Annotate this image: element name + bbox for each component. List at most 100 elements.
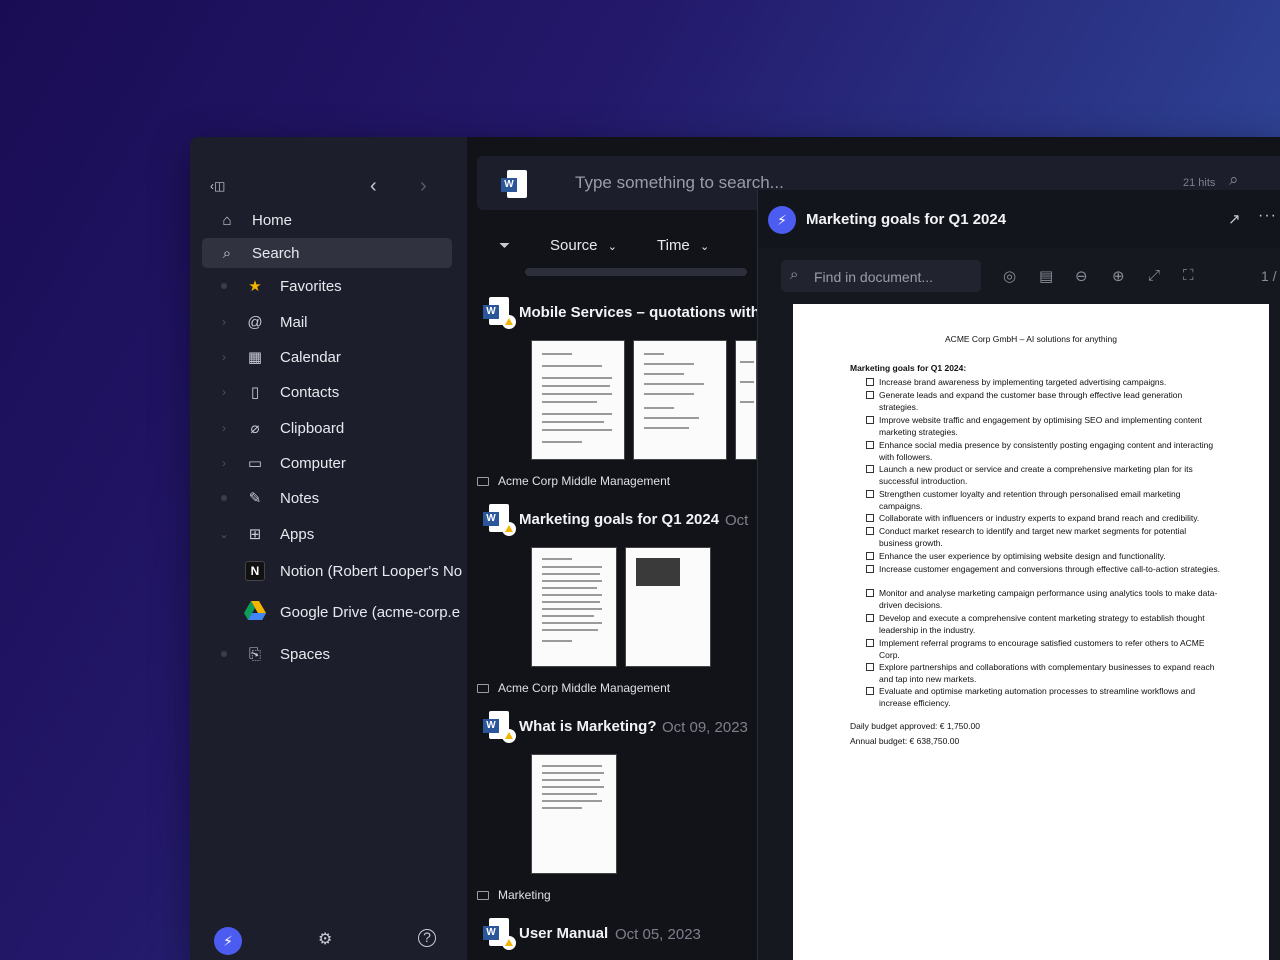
search-icon: ⌕ xyxy=(222,244,232,262)
sidebar-item-contacts[interactable]: › ▯ Contacts xyxy=(202,377,464,407)
checkbox-icon xyxy=(866,614,874,622)
search-icon[interactable]: ⌕ xyxy=(1229,170,1239,190)
bookmark-icon: ⎘ xyxy=(248,645,261,663)
sidebar-item-label: Clipboard xyxy=(280,419,345,437)
result-title-row[interactable]: W User Manual Oct 05, 2023 xyxy=(477,916,767,952)
more-options-icon[interactable]: ··· xyxy=(1258,207,1277,225)
checklist-item-text: Develop and execute a comprehensive cont… xyxy=(879,613,1205,635)
checkbox-icon xyxy=(866,565,874,573)
checklist-item: Increase customer engagement and convers… xyxy=(866,563,1221,575)
sidebar-item-spaces[interactable]: ⎘ Spaces xyxy=(202,639,464,669)
page-thumbnail[interactable] xyxy=(735,340,757,460)
sidebar-item-clipboard[interactable]: › ⌀ Clipboard xyxy=(202,413,464,443)
zoom-out-icon[interactable]: ⊖ xyxy=(1075,267,1088,285)
folder-label: Marketing xyxy=(498,888,551,902)
chevron-right-icon[interactable]: › xyxy=(216,315,232,329)
paperclip-icon: ⌀ xyxy=(250,420,260,437)
checkbox-icon xyxy=(866,639,874,647)
page-thumbnail[interactable] xyxy=(633,340,727,460)
checkbox-icon xyxy=(866,378,874,386)
checklist-item-text: Launch a new product or service and crea… xyxy=(879,464,1193,486)
sidebar-item-google-drive[interactable]: Google Drive (acme-corp.e xyxy=(202,597,464,627)
result-title[interactable]: What is Marketing? xyxy=(519,718,657,735)
home-icon: ⌂ xyxy=(222,211,232,229)
sidebar-item-calendar[interactable]: › ▦ Calendar xyxy=(202,342,464,372)
preview-toolbar: ⌕ Find in document... ◎ ▤ ⊖ ⊕ ⤢ ⛶ 1 / xyxy=(758,248,1280,304)
word-doc-icon: W xyxy=(501,170,529,202)
chevron-right-icon[interactable]: › xyxy=(216,350,232,364)
search-input[interactable]: Type something to search... xyxy=(575,173,784,193)
layout-icon[interactable]: ▤ xyxy=(1039,267,1053,285)
sidebar-item-notes[interactable]: ✎ Notes xyxy=(202,483,464,513)
gear-icon[interactable]: ⚙ xyxy=(318,929,332,949)
checkbox-icon xyxy=(866,552,874,560)
chevron-right-icon[interactable]: › xyxy=(216,385,232,399)
result-title-row[interactable]: W Marketing goals for Q1 2024 Oct xyxy=(477,502,767,538)
result-date: Oct 05, 2023 xyxy=(615,926,701,943)
page-thumbnail[interactable] xyxy=(531,547,617,667)
checklist-item-text: Strengthen customer loyalty and retentio… xyxy=(879,489,1181,511)
result-title[interactable]: Marketing goals for Q1 2024 xyxy=(519,511,719,528)
find-input[interactable]: Find in document... xyxy=(814,269,933,285)
checkbox-icon xyxy=(866,514,874,522)
forward-arrow-icon[interactable]: › xyxy=(420,175,427,198)
image-thumbnail xyxy=(636,558,680,586)
result-title-row[interactable]: W Mobile Services – quotations with xyxy=(477,295,767,331)
sidebar-item-favorites[interactable]: ★ Favorites xyxy=(202,271,464,301)
fit-page-icon[interactable]: ⤢ xyxy=(1148,267,1160,284)
checklist-item: Launch a new product or service and crea… xyxy=(866,463,1221,487)
checklist-item-text: Improve website traffic and engagement b… xyxy=(879,415,1203,437)
result-title[interactable]: Mobile Services – quotations with xyxy=(519,304,760,321)
folder-label: Acme Corp Middle Management xyxy=(498,681,671,695)
open-external-icon[interactable]: ↗ xyxy=(1228,210,1241,228)
sidebar-toggle-icon[interactable]: ‹◫ xyxy=(210,179,225,193)
source-filter[interactable]: Source ⌄ xyxy=(550,237,617,254)
checklist-item-text: Conduct market research to identify and … xyxy=(879,526,1187,548)
folder-icon: ▭ xyxy=(247,455,263,472)
checklist-item-text: Increase brand awareness by implementing… xyxy=(879,377,1167,387)
doc-header: ACME Corp GmbH – AI solutions for anythi… xyxy=(945,334,1117,344)
checklist-item: Implement referral programs to encourage… xyxy=(866,637,1221,661)
checklist-item: Increase brand awareness by implementing… xyxy=(866,376,1221,388)
sidebar-item-label: Google Drive (acme-corp.e xyxy=(280,603,461,621)
page-thumbnail[interactable] xyxy=(531,754,617,874)
ai-target-icon[interactable]: ◎ xyxy=(1003,267,1016,285)
checkbox-icon xyxy=(866,391,874,399)
folder-label: Acme Corp Middle Management xyxy=(498,474,671,488)
zoom-in-icon[interactable]: ⊕ xyxy=(1112,267,1125,285)
sidebar-item-label: Computer xyxy=(280,454,346,472)
checklist-item: Evaluate and optimise marketing automati… xyxy=(866,685,1221,709)
checkbox-icon xyxy=(866,490,874,498)
sidebar-item-label: Mail xyxy=(280,313,308,331)
daily-budget: Daily budget approved: € 1,750.00 xyxy=(850,721,980,731)
horizontal-scrollbar[interactable] xyxy=(525,268,747,276)
sidebar-item-computer[interactable]: › ▭ Computer xyxy=(202,448,464,478)
word-doc-icon: W xyxy=(483,711,516,743)
sidebar-item-notion[interactable]: N Notion (Robert Looper's No xyxy=(202,556,464,586)
help-icon[interactable]: ? xyxy=(418,929,436,947)
sidebar-item-apps[interactable]: ⌄ ⊞ Apps xyxy=(202,519,464,549)
sidebar-item-mail[interactable]: › @ Mail xyxy=(202,307,464,337)
time-filter[interactable]: Time ⌄ xyxy=(657,237,709,254)
sidebar: ‹◫ ‹ › ⌂ Home ⌕ Search ★ Favorites › @ M… xyxy=(190,137,467,960)
fullscreen-icon[interactable]: ⛶ xyxy=(1183,267,1194,284)
find-in-document[interactable]: ⌕ Find in document... xyxy=(781,260,981,292)
chevron-right-icon[interactable]: › xyxy=(216,421,232,435)
chevron-down-icon[interactable]: ⌄ xyxy=(216,527,232,541)
filter-bar: ⏷ Source ⌄ Time ⌄ xyxy=(487,235,757,259)
page-thumbnail[interactable] xyxy=(625,547,711,667)
preview-title: Marketing goals for Q1 2024 xyxy=(806,211,1007,228)
result-title-row[interactable]: W What is Marketing? Oct 09, 2023 xyxy=(477,709,767,745)
sidebar-item-label: Notion (Robert Looper's No xyxy=(280,562,463,580)
filter-icon[interactable]: ⏷ xyxy=(499,237,510,254)
result-folder: Acme Corp Middle Management xyxy=(477,681,670,697)
chevron-right-icon[interactable]: › xyxy=(216,456,232,470)
page-indicator: 1 / xyxy=(1261,268,1277,284)
document-preview-panel: ⚡ Marketing goals for Q1 2024 ↗ ··· ⌕ Fi… xyxy=(757,190,1280,960)
nav-home[interactable]: ⌂ Home xyxy=(202,205,452,235)
lightning-bolt-icon[interactable]: ⚡ xyxy=(214,927,242,955)
nav-search[interactable]: ⌕ Search xyxy=(202,238,452,268)
page-thumbnail[interactable] xyxy=(531,340,625,460)
result-title[interactable]: User Manual xyxy=(519,925,608,942)
back-arrow-icon[interactable]: ‹ xyxy=(370,175,377,198)
